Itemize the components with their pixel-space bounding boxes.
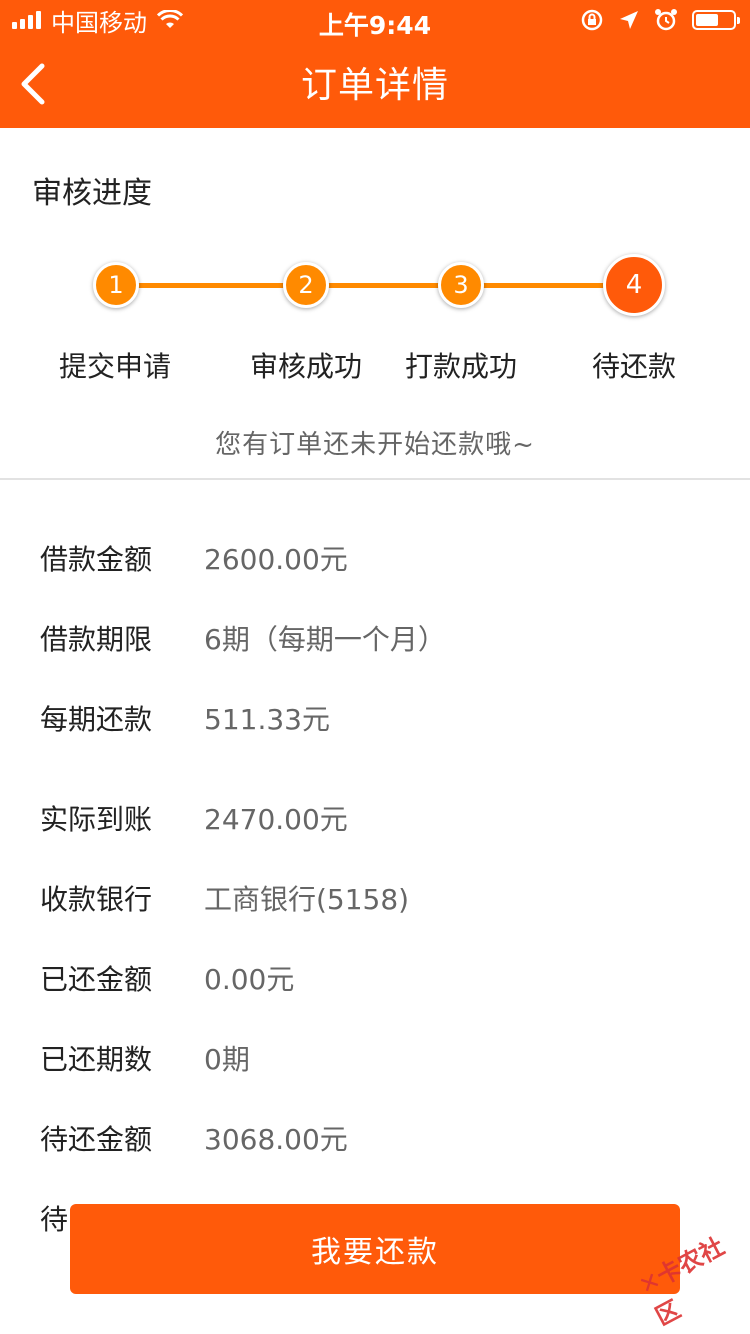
order-detail-screen: 中国移动 上午9:44 订单详情 审核进度 1 2 3 4 提交申请 审核成功 … bbox=[0, 0, 750, 1334]
detail-value: 工商银行(5158) bbox=[204, 883, 410, 916]
step-3-circle: 3 bbox=[438, 262, 484, 308]
detail-value: 2600.00元 bbox=[204, 543, 348, 576]
detail-value: 0.00元 bbox=[204, 963, 295, 996]
detail-value: 0期 bbox=[204, 1043, 250, 1076]
alarm-icon bbox=[655, 9, 677, 31]
detail-value: 2470.00元 bbox=[204, 803, 348, 836]
repay-button[interactable]: 我要还款 bbox=[70, 1204, 680, 1294]
detail-label: 借款期限 bbox=[40, 623, 153, 656]
detail-row-loan-term: 借款期限 6期（每期一个月） bbox=[40, 618, 446, 658]
step-1-circle: 1 bbox=[93, 262, 139, 308]
status-bar: 中国移动 上午9:44 bbox=[0, 0, 750, 40]
location-icon bbox=[620, 11, 638, 29]
detail-label: 借款金额 bbox=[40, 543, 153, 576]
detail-row-bank: 收款银行 工商银行(5158) bbox=[40, 878, 409, 918]
repayment-notice: 您有订单还未开始还款哦~ bbox=[215, 430, 535, 460]
page-title: 订单详情 bbox=[300, 65, 449, 106]
detail-label: 每期还款 bbox=[40, 703, 153, 736]
status-right bbox=[580, 6, 740, 34]
detail-row-installment: 每期还款 511.33元 bbox=[40, 698, 330, 738]
progress-tracker: 1 2 3 4 提交申请 审核成功 打款成功 待还款 bbox=[0, 240, 750, 400]
detail-label: 收款银行 bbox=[40, 883, 153, 916]
step-3-label: 打款成功 bbox=[404, 350, 517, 383]
rotation-lock-icon bbox=[581, 9, 603, 31]
step-2-circle: 2 bbox=[283, 262, 329, 308]
step-4-circle: 4 bbox=[603, 254, 665, 316]
header: 中国移动 上午9:44 订单详情 bbox=[0, 0, 750, 128]
detail-row-received: 实际到账 2470.00元 bbox=[40, 798, 348, 838]
detail-label: 实际到账 bbox=[40, 803, 153, 836]
detail-row-outstanding: 待还金额 3068.00元 bbox=[40, 1118, 348, 1158]
detail-label: 已还期数 bbox=[40, 1043, 153, 1076]
detail-row-repaid-amount: 已还金额 0.00元 bbox=[40, 958, 294, 998]
step-2-label: 审核成功 bbox=[249, 350, 362, 383]
step-4-label: 待还款 bbox=[591, 350, 676, 383]
nav-bar: 订单详情 bbox=[0, 40, 750, 128]
detail-label: 待还金额 bbox=[40, 1123, 153, 1156]
detail-value: 511.33元 bbox=[204, 703, 330, 736]
detail-row-repaid-periods: 已还期数 0期 bbox=[40, 1038, 250, 1078]
progress-section-title: 审核进度 bbox=[32, 176, 152, 211]
section-divider bbox=[0, 478, 750, 480]
progress-track-line bbox=[116, 283, 634, 288]
detail-label: 已还金额 bbox=[40, 963, 153, 996]
detail-row-loan-amount: 借款金额 2600.00元 bbox=[40, 538, 348, 578]
detail-value: 3068.00元 bbox=[204, 1123, 348, 1156]
battery-icon bbox=[692, 10, 740, 30]
step-1-label: 提交申请 bbox=[58, 350, 171, 383]
detail-value: 6期（每期一个月） bbox=[204, 623, 446, 656]
